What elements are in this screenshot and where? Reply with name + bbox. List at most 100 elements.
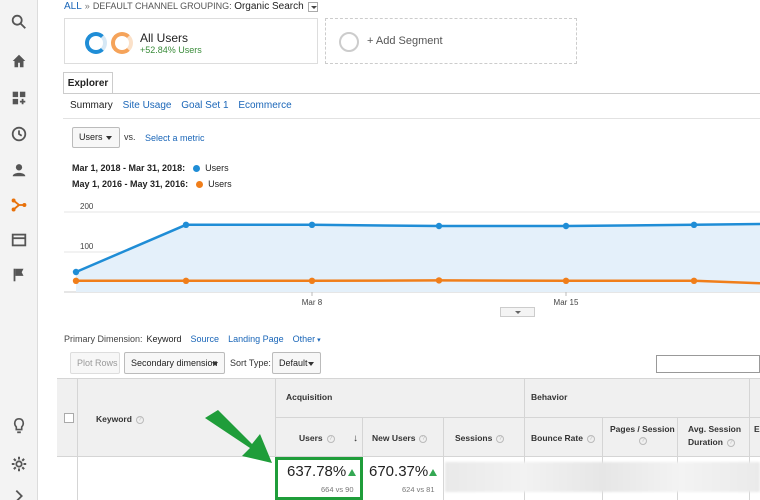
breadcrumb: ALL» DEFAULT CHANNEL GROUPING: Organic Se…	[64, 1, 319, 12]
group-behavior: Behavior	[531, 392, 568, 402]
data-point	[308, 221, 316, 228]
subtab-ecommerce[interactable]: Ecommerce	[238, 100, 291, 111]
primary-dimension-label: Primary Dimension:	[64, 334, 143, 344]
home-icon[interactable]	[9, 51, 29, 71]
add-segment-circle-icon	[339, 32, 359, 52]
green-arrow-icon	[205, 410, 272, 463]
segment-ring-icon	[85, 32, 107, 54]
gear-icon[interactable]	[9, 454, 29, 474]
sort-desc-arrow-icon[interactable]: ↓	[353, 433, 358, 444]
table-header	[57, 379, 760, 457]
segment-name: All Users	[140, 31, 189, 45]
col-avg-session-line2: Duration?	[688, 437, 735, 447]
add-segment-label: + Add Segment	[367, 35, 443, 47]
search-icon[interactable]	[9, 12, 29, 32]
help-icon[interactable]: ?	[419, 434, 428, 443]
metric-select[interactable]: Users	[72, 127, 120, 148]
data-point	[435, 277, 443, 284]
col-avg-session-header[interactable]: Avg. Session	[688, 424, 741, 434]
data-point	[308, 277, 316, 284]
up-arrow-icon	[429, 469, 437, 476]
subtab-summary[interactable]: Summary	[70, 100, 113, 111]
segment-card-all-users[interactable]: All Users +52.84% Users	[64, 18, 318, 64]
legend-range: Mar 1, 2018 - Mar 31, 2018:	[72, 163, 186, 173]
dimension-source-link[interactable]: Source	[191, 334, 220, 344]
plot-rows-button[interactable]: Plot Rows	[70, 352, 120, 374]
table-search-input[interactable]	[656, 355, 760, 373]
data-point	[690, 277, 698, 284]
legend-metric: Users	[208, 179, 232, 189]
col-bounce-rate-header[interactable]: Bounce Rate?	[531, 433, 595, 443]
col-users-header[interactable]: Users?	[299, 433, 335, 443]
explorer-subtabs: Summary Site Usage Goal Set 1 Ecommerce	[70, 100, 299, 111]
help-icon[interactable]: ?	[496, 434, 505, 443]
segment-compare-ring-icon	[111, 32, 133, 54]
add-segment-card[interactable]: + Add Segment	[325, 18, 577, 64]
customization-icon[interactable]	[9, 88, 29, 108]
help-icon[interactable]: ?	[326, 434, 335, 443]
lightbulb-icon[interactable]	[9, 416, 29, 436]
primary-dimension-bar: Primary Dimension: Keyword Source Landing P…	[64, 334, 321, 344]
col-new-users-label: New Users	[372, 433, 416, 443]
y-tick-label: 100	[80, 242, 94, 251]
y-tick-label: 200	[80, 202, 94, 211]
new-users-change-value: 670.37%	[369, 463, 429, 480]
help-icon[interactable]: ?	[726, 438, 735, 447]
col-keyword-header[interactable]: Keyword?	[96, 414, 144, 424]
subtab-goal-set-1[interactable]: Goal Set 1	[181, 100, 228, 111]
acquisition-icon[interactable]	[9, 195, 29, 215]
highlight-box	[275, 457, 363, 500]
legend-item-2018: Mar 1, 2018 - Mar 31, 2018: Users	[72, 163, 229, 173]
col-duration-label: Duration	[688, 437, 723, 447]
help-icon[interactable]: ?	[586, 434, 595, 443]
tab-explorer[interactable]: Explorer	[63, 72, 113, 94]
other-chevron-down-icon[interactable]: ▾	[317, 337, 321, 344]
legend-dot-orange-icon	[196, 181, 204, 189]
expand-chevron-icon[interactable]	[9, 486, 29, 500]
dimension-other-link[interactable]: Other	[293, 334, 316, 344]
data-point	[182, 221, 190, 228]
col-divider	[77, 379, 78, 500]
col-sessions-label: Sessions	[455, 433, 493, 443]
left-nav-rail	[0, 0, 38, 500]
help-icon[interactable]: ?	[639, 437, 647, 445]
legend-metric: Users	[205, 163, 229, 173]
sort-type-select[interactable]: Default	[272, 352, 321, 374]
data-point	[435, 222, 443, 230]
col-sessions-header[interactable]: Sessions?	[455, 433, 505, 443]
data-point	[72, 277, 80, 284]
segment-change: +52.84% Users	[140, 45, 202, 55]
breadcrumb-separator: »	[84, 1, 90, 11]
col-new-users-header[interactable]: New Users?	[372, 433, 428, 443]
breadcrumb-current: Organic Search	[234, 1, 304, 12]
col-pages-session-header[interactable]: Pages / Session	[610, 424, 675, 434]
group-acquisition: Acquisition	[286, 392, 333, 402]
data-point	[562, 222, 570, 230]
col-bounce-rate-label: Bounce Rate	[531, 433, 583, 443]
breadcrumb-all-link[interactable]: ALL	[64, 1, 82, 12]
select-all-checkbox[interactable]	[64, 413, 74, 423]
new-users-comparison: 624 vs 81	[402, 485, 435, 494]
realtime-clock-icon[interactable]	[9, 124, 29, 144]
help-icon[interactable]: ?	[135, 415, 144, 424]
secondary-dimension-select[interactable]: Secondary dimension	[124, 352, 225, 374]
col-pages-session-label: Pages / Session	[610, 424, 675, 434]
data-point	[182, 277, 190, 284]
breadcrumb-grouping: DEFAULT CHANNEL GROUPING:	[92, 1, 232, 11]
behavior-icon[interactable]	[9, 230, 29, 250]
subtab-divider	[63, 118, 760, 119]
conversions-flag-icon[interactable]	[9, 265, 29, 285]
dimension-landing-page-link[interactable]: Landing Page	[228, 334, 284, 344]
select-metric-link[interactable]: Select a metric	[145, 133, 205, 143]
x-tick-label: Mar 15	[554, 298, 579, 307]
breadcrumb-dropdown-icon[interactable]	[308, 1, 319, 12]
legend-dot-blue-icon	[193, 165, 201, 173]
col-e-header[interactable]: E	[754, 424, 760, 434]
users-line-chart: 200 100 Mar 8 Mar 15	[64, 202, 760, 307]
chart-scroll-handle[interactable]	[500, 307, 535, 317]
col-avg-session-label: Avg. Session	[688, 424, 742, 434]
subtab-site-usage[interactable]: Site Usage	[123, 100, 172, 111]
col-users-label: Users	[299, 433, 323, 443]
audience-person-icon[interactable]	[9, 160, 29, 180]
blurred-metrics	[445, 462, 760, 492]
